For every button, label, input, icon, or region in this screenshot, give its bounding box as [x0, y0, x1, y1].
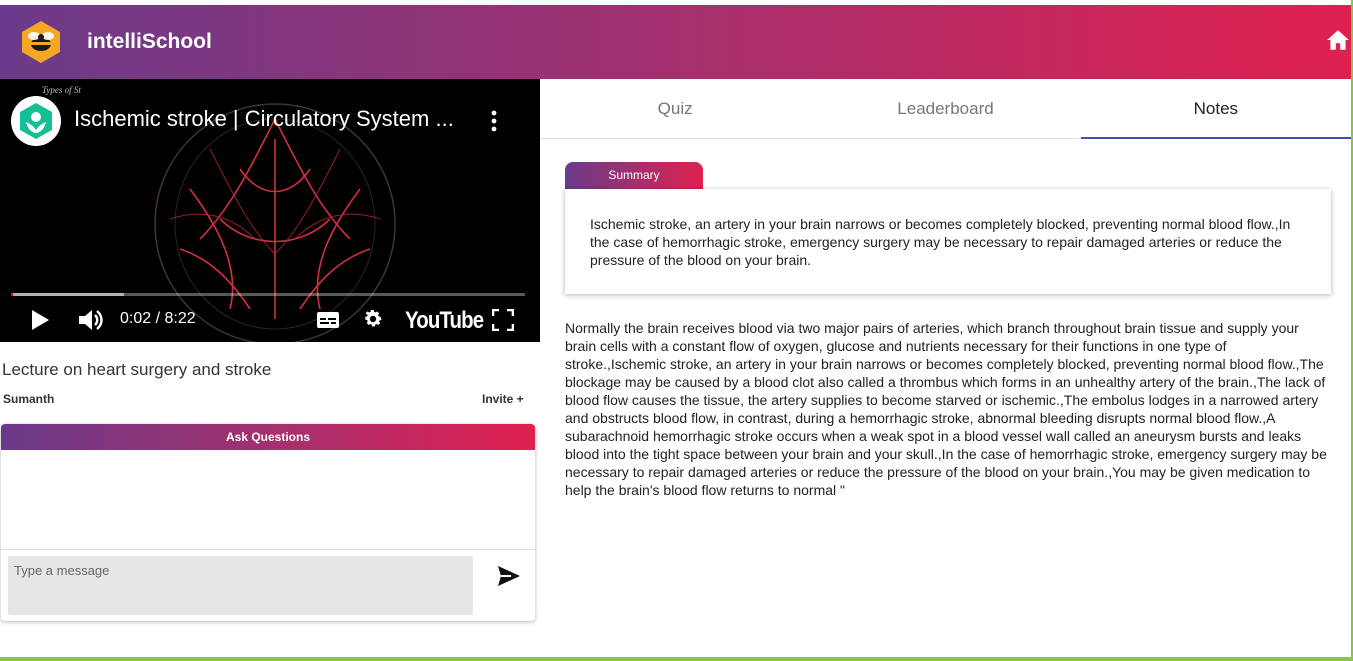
tab-notes[interactable]: Notes	[1080, 79, 1351, 139]
summary-card: Ischemic stroke, an artery in your brain…	[565, 189, 1331, 294]
volume-icon[interactable]	[77, 307, 105, 333]
lecture-title: Lecture on heart surgery and stroke	[2, 360, 272, 379]
khan-academy-logo-icon[interactable]	[11, 96, 61, 146]
message-input[interactable]	[8, 556, 473, 615]
progress-loaded	[11, 293, 125, 296]
progress-bar[interactable]	[11, 293, 525, 296]
subtitles-icon[interactable]	[316, 310, 340, 330]
handwritten-caption: Types of St	[42, 85, 81, 95]
tab-leaderboard[interactable]: Leaderboard	[810, 79, 1080, 138]
invite-button[interactable]: Invite +	[482, 392, 524, 406]
app-window: intelliSchool Types of St Ischemic strok…	[0, 0, 1351, 657]
play-icon[interactable]	[30, 309, 50, 331]
video-player[interactable]: Types of St Ischemic stroke | Circulator…	[0, 79, 540, 342]
video-time: 0:02 / 8:22	[120, 310, 196, 327]
send-icon[interactable]	[497, 565, 521, 587]
more-options-icon[interactable]	[490, 110, 498, 132]
home-icon[interactable]	[1325, 27, 1351, 53]
notes-text: Normally the brain receives blood via tw…	[565, 320, 1327, 498]
bee-logo-icon[interactable]	[20, 20, 62, 64]
video-title[interactable]: Ischemic stroke | Circulatory System ...	[74, 106, 454, 132]
summary-label: Summary	[565, 162, 703, 190]
youtube-logo[interactable]: YouTube	[405, 307, 484, 335]
progress-played	[11, 293, 14, 296]
tab-quiz[interactable]: Quiz	[540, 79, 810, 138]
fullscreen-icon[interactable]	[492, 309, 514, 331]
messages-area	[1, 450, 535, 549]
tab-bar: Quiz Leaderboard Notes	[540, 79, 1351, 139]
app-header: intelliSchool	[0, 5, 1351, 79]
app-title: intelliSchool	[87, 30, 212, 53]
ask-questions-panel: Ask Questions	[1, 424, 535, 621]
divider	[1, 549, 535, 550]
ask-questions-header: Ask Questions	[1, 424, 535, 450]
summary-text: Ischemic stroke, an artery in your brain…	[590, 216, 1291, 268]
settings-gear-icon[interactable]	[362, 308, 384, 330]
author-name: Sumanth	[3, 392, 55, 406]
